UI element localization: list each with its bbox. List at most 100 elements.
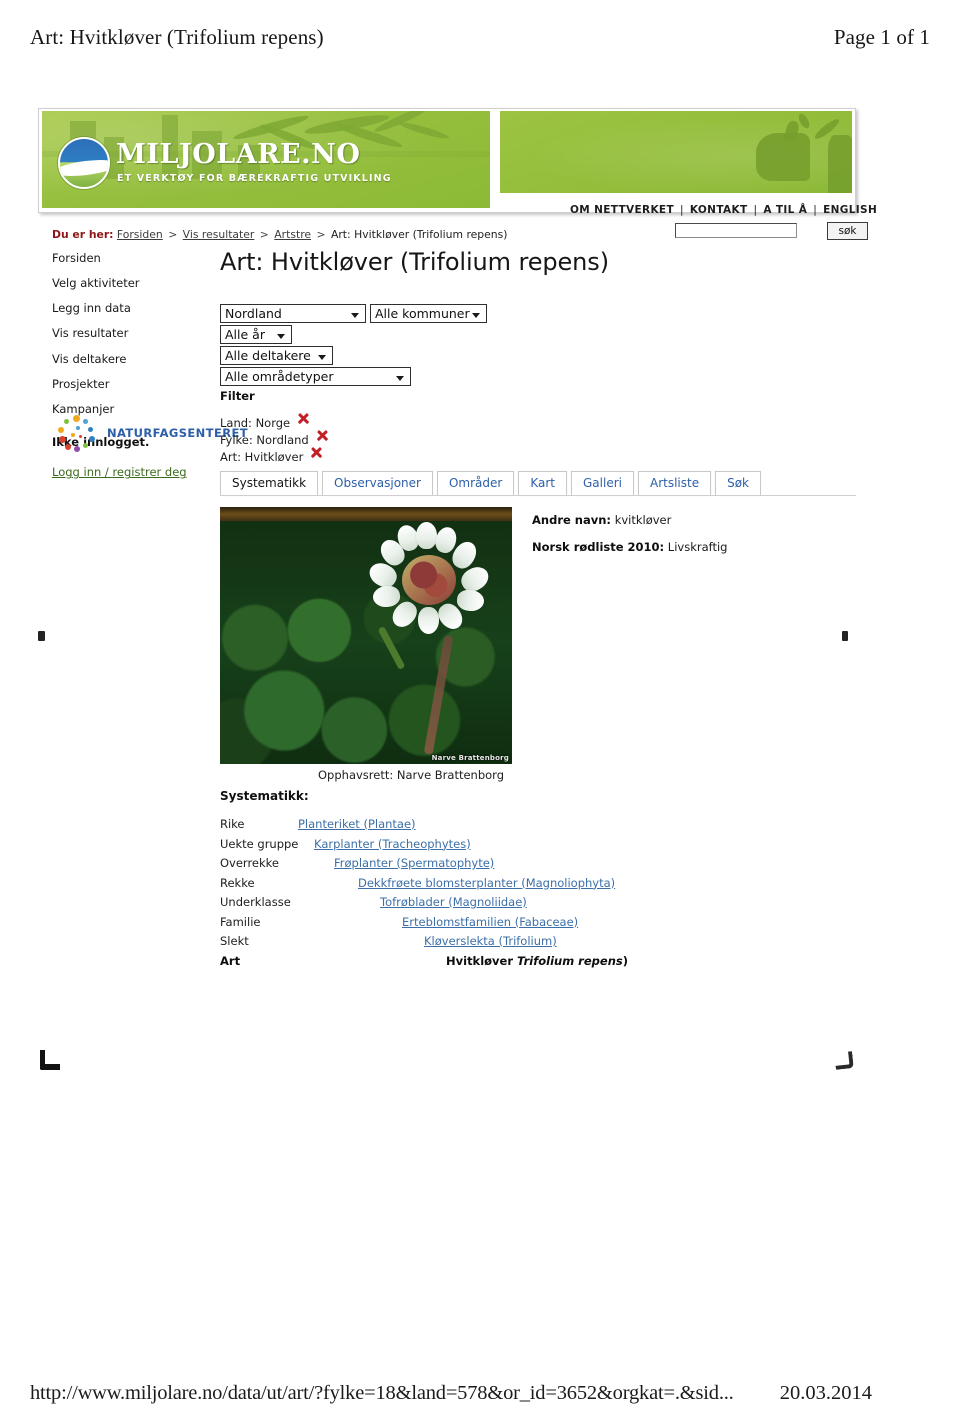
select-kommune[interactable]: Alle kommuner [370, 304, 487, 323]
select-ar[interactable]: Alle år [220, 325, 292, 344]
tab-sok[interactable]: Søk [715, 471, 762, 496]
table-row: Underklasse Tofrøblader (Magnoliidae) [220, 895, 690, 915]
taxonomy-rank-uekte-gruppe: Uekte gruppe [220, 836, 299, 851]
species-photo: Narve Brattenborg [220, 507, 512, 764]
tab-galleri[interactable]: Galleri [571, 471, 634, 496]
utility-nav-separator: | [679, 204, 684, 216]
photo-watermark: Narve Brattenborg [431, 754, 509, 762]
taxonomy-value-underklasse: Tofrøblader (Magnoliidae) [298, 895, 527, 909]
print-page-footer: http://www.miljolare.no/data/ut/art/?fyl… [30, 1382, 930, 1405]
taxonomy-value-slekt: Kløverslekta (Trifolium) [298, 934, 557, 948]
taxonomy-rank-familie: Familie [220, 914, 261, 929]
taxonomy-link-rekke[interactable]: Dekkfrøete blomsterplanter (Magnoliophyt… [358, 876, 615, 890]
site-search: søk [675, 222, 868, 241]
breadcrumb: Du er her: Forsiden > Vis resultater > A… [52, 228, 507, 241]
naturfagsenteret-logo: NATURFAGSENTERET [55, 413, 248, 453]
taxonomy-value-rike: Planteriket (Plantae) [298, 817, 416, 831]
utility-nav-item-english[interactable]: ENGLISH [823, 204, 877, 216]
taxonomy-section: Systematikk: Rike Planteriket (Plantae) … [220, 789, 690, 973]
taxonomy-heading: Systematikk: [220, 789, 309, 803]
search-input[interactable] [675, 223, 797, 238]
banner-logo-tagline: ET VERKTØY FOR BÆREKRAFTIG UTVIKLING [117, 173, 392, 184]
scan-artifact-bottom-right [834, 1051, 854, 1070]
remove-filter-land-icon[interactable] [297, 412, 310, 425]
utility-nav-separator: | [753, 204, 758, 216]
banner-logo-title: MILJOLARE.NO [116, 139, 361, 170]
taxonomy-value-uekte-gruppe: Karplanter (Tracheophytes) [298, 837, 471, 851]
print-page-header: Art: Hvitkløver (Trifolium repens) Page … [30, 20, 930, 54]
tab-artsliste[interactable]: Artsliste [637, 471, 712, 496]
utility-nav-item-kontakt[interactable]: KONTAKT [690, 204, 748, 216]
print-footer-url: http://www.miljolare.no/data/ut/art/?fyl… [30, 1382, 734, 1404]
print-footer-date: 20.03.2014 [779, 1382, 872, 1404]
select-deltakere[interactable]: Alle deltakere [220, 346, 333, 365]
banner-left-panel: MILJOLARE.NO ET VERKTØY FOR BÆREKRAFTIG … [42, 111, 490, 208]
utility-nav: OM NETTVERKET | KONTAKT | A TIL Å | ENGL… [570, 204, 877, 216]
remove-filter-art-icon[interactable] [310, 446, 323, 459]
taxonomy-rank-rekke: Rekke [220, 875, 255, 890]
scan-artifact-left [38, 631, 45, 641]
table-row: Familie Erteblomstfamilien (Fabaceae) [220, 915, 690, 935]
sidebar-item-vis-resultater[interactable]: Vis resultater [52, 327, 222, 340]
table-row: Art Hvitkløver Trifolium repens) [220, 954, 690, 974]
utility-nav-item-om-nettverket[interactable]: OM NETTVERKET [570, 204, 674, 216]
taxonomy-value-rekke: Dekkfrøete blomsterplanter (Magnoliophyt… [298, 876, 615, 890]
taxonomy-rank-underklasse: Underklasse [220, 895, 291, 909]
search-submit-button[interactable]: søk [827, 222, 868, 240]
sidebar-item-velg-aktiviteter[interactable]: Velg aktiviteter [52, 277, 222, 290]
table-row: Overrekke Frøplanter (Spermatophyte) [220, 856, 690, 876]
breadcrumb-label: Du er her: [52, 228, 114, 241]
tab-kart[interactable]: Kart [518, 471, 567, 496]
info-rodliste-value: Livskraftig [667, 540, 728, 554]
remove-filter-fylke-icon[interactable] [316, 429, 329, 442]
taxonomy-link-slekt[interactable]: Kløverslekta (Trifolium) [424, 934, 557, 948]
select-fylke[interactable]: Nordland [220, 304, 366, 323]
flower-center [402, 555, 456, 605]
taxonomy-rank-rike: Rike [220, 817, 245, 831]
breadcrumb-link-artstre[interactable]: Artstre [274, 228, 311, 241]
info-rodliste-label: Norsk rødliste 2010: [532, 540, 665, 554]
table-row: Rike Planteriket (Plantae) [220, 817, 690, 837]
tab-systematikk[interactable]: Systematikk [220, 471, 319, 496]
breadcrumb-separator: > [168, 228, 178, 241]
table-row: Slekt Kløverslekta (Trifolium) [220, 934, 690, 954]
scan-artifact-bottom-left [40, 1050, 60, 1070]
tab-observasjoner[interactable]: Observasjoner [322, 471, 433, 496]
sidebar-item-prosjekter[interactable]: Prosjekter [52, 378, 222, 391]
utility-nav-item-a-til-a[interactable]: A TIL Å [763, 204, 807, 216]
taxonomy-rank-slekt: Slekt [220, 934, 249, 948]
taxonomy-link-rike[interactable]: Planteriket (Plantae) [298, 817, 416, 831]
taxonomy-value-overrekke: Frøplanter (Spermatophyte) [298, 856, 494, 870]
select-omradetyper[interactable]: Alle områdetyper [220, 367, 411, 386]
sidebar-item-forsiden[interactable]: Forsiden [52, 252, 222, 265]
sidebar-item-legg-inn-data[interactable]: Legg inn data [52, 302, 222, 315]
taxonomy-link-overrekke[interactable]: Frøplanter (Spermatophyte) [334, 856, 494, 870]
info-rodliste: Norsk rødliste 2010: Livskraftig [532, 540, 832, 554]
scan-artifact-right [842, 631, 848, 641]
taxonomy-link-uekte-gruppe[interactable]: Karplanter (Tracheophytes) [314, 837, 471, 851]
clover-flower [365, 522, 493, 635]
breadcrumb-current: Art: Hvitkløver (Trifolium repens) [330, 228, 508, 241]
naturfagsenteret-dots-icon [55, 413, 105, 453]
site-banner: MILJOLARE.NO ET VERKTØY FOR BÆREKRAFTIG … [38, 108, 856, 213]
utility-nav-separator: | [813, 204, 818, 216]
breadcrumb-link-forsiden[interactable]: Forsiden [117, 228, 163, 241]
tab-omrader[interactable]: Områder [436, 471, 515, 496]
filter-heading: Filter [220, 389, 255, 403]
photo-copyright: Opphavsrett: Narve Brattenborg [318, 768, 505, 782]
taxonomy-link-underklasse[interactable]: Tofrøblader (Magnoliidae) [380, 895, 527, 909]
species-info: Andre navn: kvitkløver Norsk rødliste 20… [532, 513, 832, 567]
breadcrumb-link-vis-resultater[interactable]: Vis resultater [183, 228, 255, 241]
main-content: Art: Hvitkløver (Trifolium repens) Nordl… [220, 248, 856, 968]
info-andre-navn: Andre navn: kvitkløver [532, 513, 832, 527]
taxonomy-rank-overrekke: Overrekke [220, 856, 279, 870]
taxonomy-value-art: Hvitkløver Trifolium repens) [446, 953, 628, 968]
login-register-link[interactable]: Logg inn / registrer deg [52, 465, 187, 479]
table-row: Uekte gruppe Karplanter (Tracheophytes) [220, 837, 690, 857]
tabs-underline [220, 495, 856, 496]
info-andre-navn-label: Andre navn: [532, 513, 612, 527]
sidebar-item-vis-deltakere[interactable]: Vis deltakere [52, 352, 222, 366]
taxonomy-link-familie[interactable]: Erteblomstfamilien (Fabaceae) [402, 915, 578, 929]
page-title: Art: Hvitkløver (Trifolium repens) [220, 248, 609, 276]
print-header-pagenum: Page 1 of 1 [833, 24, 930, 49]
